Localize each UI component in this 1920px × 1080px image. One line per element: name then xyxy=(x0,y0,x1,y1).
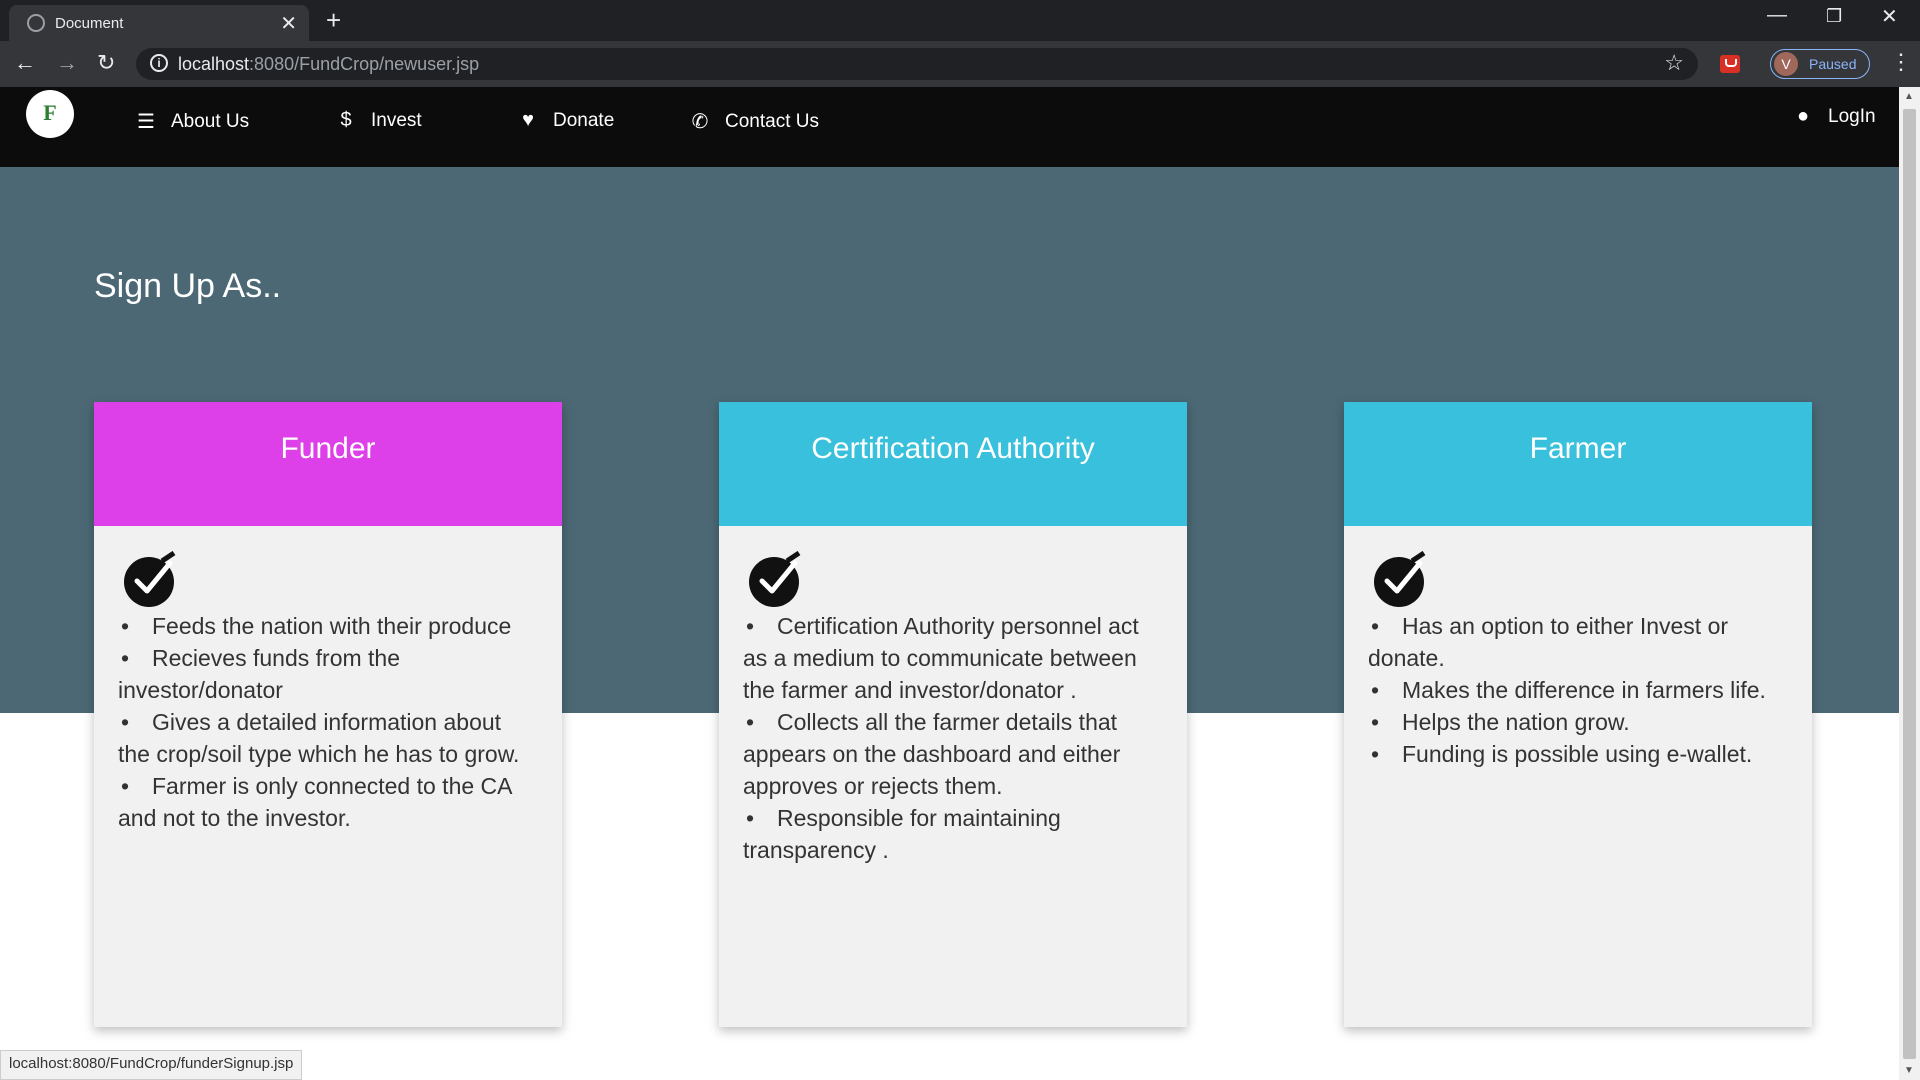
address-bar[interactable]: i localhost:8080/FundCrop/newuser.jsp ☆ xyxy=(136,48,1698,80)
close-tab-icon[interactable]: ✕ xyxy=(280,11,297,36)
card-header: Certification Authority xyxy=(719,402,1187,526)
avatar: V xyxy=(1774,52,1798,76)
restore-icon[interactable]: ❐ xyxy=(1826,6,1842,27)
browser-tabstrip: Document ✕ + — ❐ ✕ xyxy=(0,0,1920,41)
browser-toolbar: ← → ↻ i localhost:8080/FundCrop/newuser.… xyxy=(0,41,1920,87)
card-title: Farmer xyxy=(1529,432,1627,465)
nav-donate-label: Donate xyxy=(553,109,615,131)
list-icon: ☰ xyxy=(137,111,155,133)
card-header: Funder xyxy=(94,402,562,526)
pocket-extension-icon[interactable] xyxy=(1720,55,1740,73)
nav-login-label: LogIn xyxy=(1828,105,1876,127)
card-certification-authority[interactable]: Certification Authority Certification Au… xyxy=(719,402,1187,1027)
list-item: Collects all the farmer details that app… xyxy=(743,706,1163,802)
check-icon xyxy=(749,551,801,607)
card-points: Certification Authority personnel act as… xyxy=(743,610,1163,866)
phone-icon: ✆ xyxy=(691,111,709,133)
profile-status: Paused xyxy=(1809,56,1857,72)
globe-icon xyxy=(27,14,45,32)
card-points: Feeds the nation with their produce Reci… xyxy=(118,610,538,834)
site-info-icon[interactable]: i xyxy=(150,54,168,72)
card-points: Has an option to either Invest or donate… xyxy=(1368,610,1788,770)
card-header: Farmer xyxy=(1344,402,1812,526)
nav-login[interactable]: ● LogIn xyxy=(1792,105,1876,128)
check-icon xyxy=(124,551,176,607)
nav-invest[interactable]: $ Invest xyxy=(335,109,422,132)
browser-tab[interactable]: Document ✕ xyxy=(9,5,309,41)
bookmark-star-icon[interactable]: ☆ xyxy=(1664,50,1684,76)
user-icon: ● xyxy=(1796,105,1810,127)
card-title: Funder xyxy=(280,432,376,465)
nav-contact-us-label: Contact Us xyxy=(725,110,819,132)
page-scrollbar[interactable]: ▲ ▼ xyxy=(1899,87,1920,1080)
check-icon xyxy=(1374,551,1426,607)
list-item: Recieves funds from the investor/donator xyxy=(118,642,538,706)
card-funder[interactable]: Funder Feeds the nation with their produ… xyxy=(94,402,562,1027)
list-item: Feeds the nation with their produce xyxy=(118,610,538,642)
tab-title: Document xyxy=(55,15,124,32)
page-title: Sign Up As.. xyxy=(94,267,282,305)
site-logo[interactable]: F xyxy=(26,90,74,138)
back-icon[interactable]: ← xyxy=(14,50,36,76)
site-navbar: F ☰ About Us $ Invest ♥ Donate ✆ Contact… xyxy=(0,87,1899,167)
reload-icon[interactable]: ↻ xyxy=(97,50,115,76)
dollar-icon: $ xyxy=(340,109,352,131)
list-item: Helps the nation grow. xyxy=(1368,706,1788,738)
logo-letter: F xyxy=(43,100,57,125)
list-item: Gives a detailed information about the c… xyxy=(118,706,538,770)
url-text: localhost:8080/FundCrop/newuser.jsp xyxy=(178,54,480,74)
card-title: Certification Authority xyxy=(811,432,1095,465)
forward-icon[interactable]: → xyxy=(56,50,78,76)
nav-about-us[interactable]: ☰ About Us xyxy=(135,109,249,134)
menu-kebab-icon[interactable]: ⋮ xyxy=(1890,49,1912,75)
page-viewport: F ☰ About Us $ Invest ♥ Donate ✆ Contact… xyxy=(0,87,1899,1080)
list-item: Has an option to either Invest or donate… xyxy=(1368,610,1788,674)
scroll-down-icon[interactable]: ▼ xyxy=(1904,1065,1914,1076)
nav-contact-us[interactable]: ✆ Contact Us xyxy=(689,109,819,134)
nav-invest-label: Invest xyxy=(371,109,422,131)
new-tab-button[interactable]: + xyxy=(326,5,341,36)
list-item: Responsible for maintaining transparency… xyxy=(743,802,1163,866)
heart-icon: ♥ xyxy=(522,109,534,131)
scroll-up-icon[interactable]: ▲ xyxy=(1904,91,1914,102)
minimize-icon[interactable]: — xyxy=(1767,4,1787,27)
window-close-icon[interactable]: ✕ xyxy=(1881,4,1898,29)
profile-button[interactable]: V Paused xyxy=(1770,49,1870,79)
list-item: Farmer is only connected to the CA and n… xyxy=(118,770,538,834)
nav-about-us-label: About Us xyxy=(171,110,250,132)
link-status-bar: localhost:8080/FundCrop/funderSignup.jsp xyxy=(0,1050,303,1080)
nav-donate[interactable]: ♥ Donate xyxy=(517,109,614,132)
scrollbar-thumb[interactable] xyxy=(1903,109,1916,1059)
list-item: Makes the difference in farmers life. xyxy=(1368,674,1788,706)
list-item: Certification Authority personnel act as… xyxy=(743,610,1163,706)
list-item: Funding is possible using e-wallet. xyxy=(1368,738,1788,770)
card-farmer[interactable]: Farmer Has an option to either Invest or… xyxy=(1344,402,1812,1027)
